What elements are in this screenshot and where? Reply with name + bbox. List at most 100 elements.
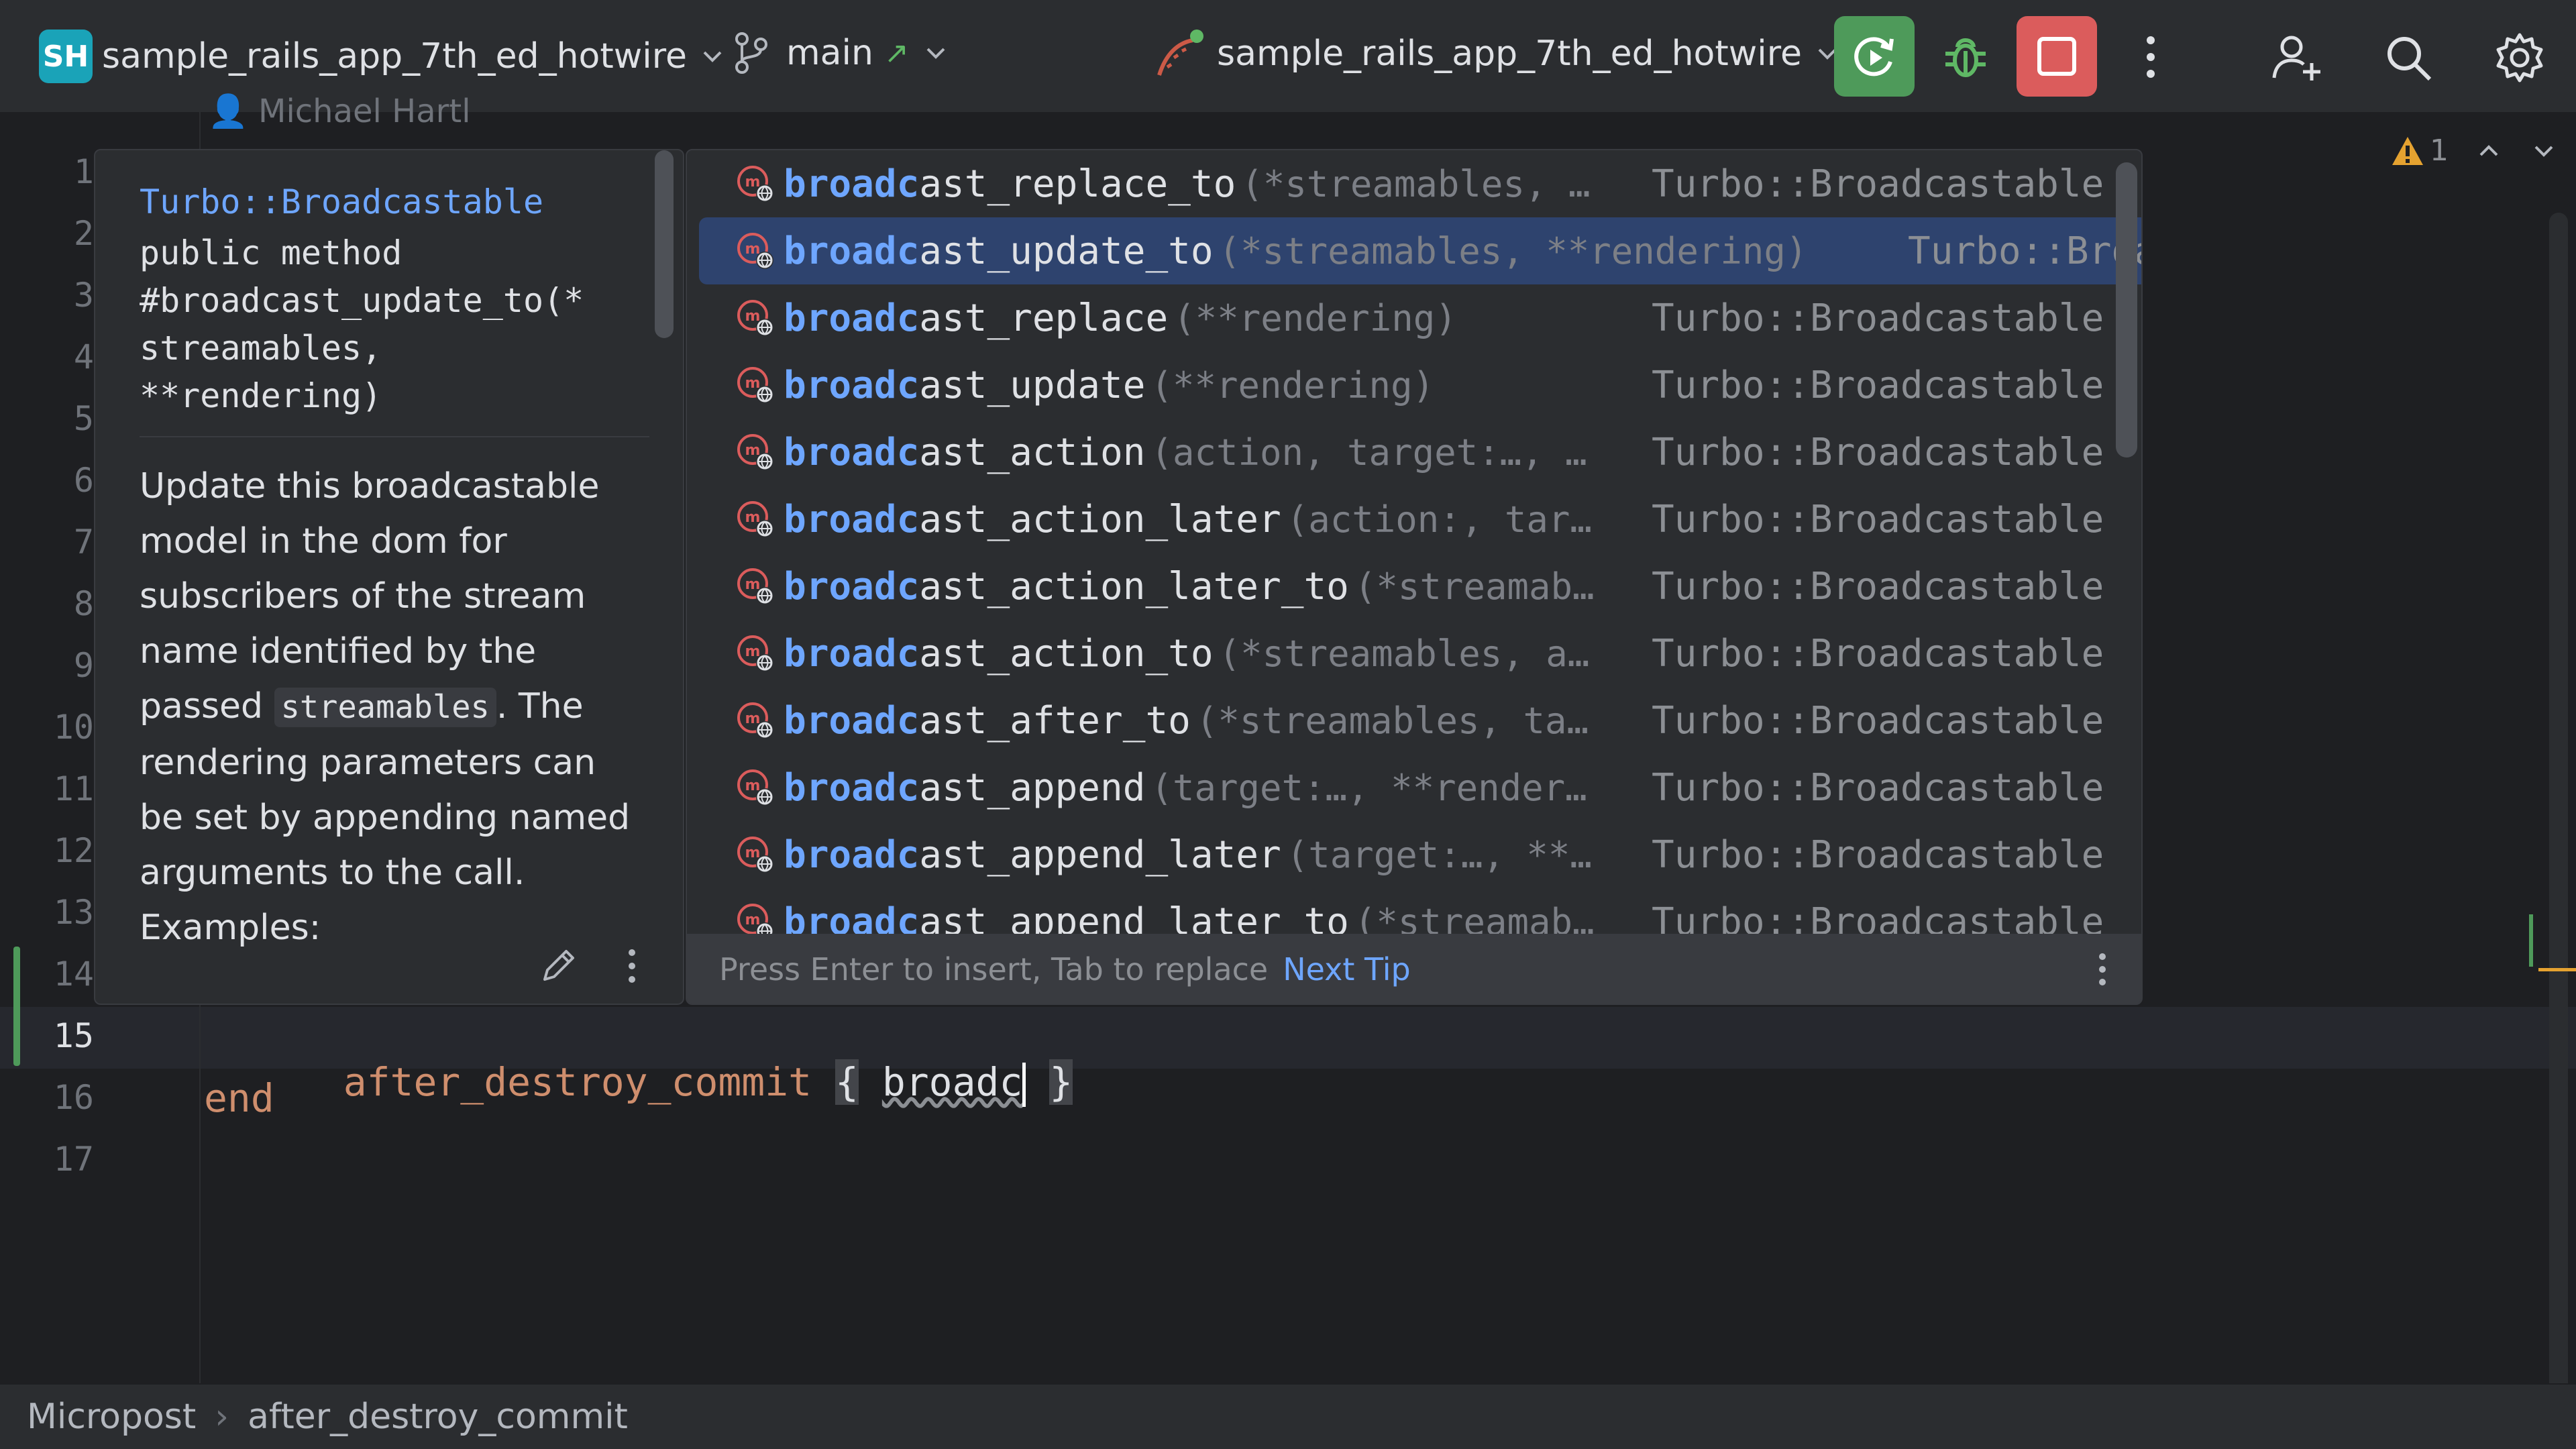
pencil-icon	[543, 950, 574, 981]
completion-item[interactable]: m broadcast_action_later (action:, tar… Tur…	[699, 486, 2117, 553]
completion-rest: ast_action_later_to	[919, 564, 1349, 608]
run-configuration-selector[interactable]: sample_rails_app_7th_ed_hotwire	[1154, 27, 1841, 80]
completion-owner: Turbo::Broadcastable	[1908, 229, 2141, 273]
completion-rest: ast_replace_to	[919, 162, 1236, 206]
completion-match: broadc	[784, 698, 920, 743]
breadcrumb-class[interactable]: Micropost	[27, 1397, 196, 1437]
ruby-method-icon: m	[735, 835, 775, 875]
ruby-method-icon: m	[735, 566, 775, 606]
completion-name: broadcast_update_to	[784, 229, 1214, 273]
completion-name: broadcast_action_later	[784, 498, 1281, 541]
completion-scrollbar[interactable]	[2116, 162, 2137, 458]
completion-match: broadc	[784, 631, 920, 676]
completion-match: broadc	[784, 833, 920, 877]
completion-match: broadc	[784, 162, 920, 206]
rerun-button[interactable]	[1834, 16, 1915, 97]
completion-match: broadc	[784, 229, 920, 273]
edit-doc-button[interactable]	[531, 939, 585, 993]
completion-match: broadc	[784, 497, 920, 541]
inspection-widget[interactable]: 1	[2391, 133, 2557, 168]
more-vertical-icon	[2147, 36, 2155, 78]
chevron-up-icon[interactable]	[2475, 138, 2502, 164]
add-collaborator-button[interactable]	[2263, 24, 2330, 91]
callback-keyword: after_destroy_commit	[343, 1059, 812, 1105]
completion-item[interactable]: m broadcast_replace (**rendering) Turbo::Br…	[699, 284, 2117, 352]
debug-button[interactable]	[1925, 16, 2006, 97]
completion-item[interactable]: m broadcast_append (target:…, **render… Tur…	[699, 754, 2117, 821]
completion-rest: ast_append	[919, 765, 1146, 810]
chevron-down-icon[interactable]	[2530, 138, 2557, 164]
more-vertical-icon	[2099, 953, 2106, 985]
completion-name: broadcast_action	[784, 431, 1145, 474]
code-line-16[interactable]: end	[204, 1075, 274, 1121]
completion-item[interactable]: m broadcast_action_later_to (*streamab… Tur…	[699, 553, 2117, 620]
ruby-method-icon: m	[735, 633, 775, 674]
doc-code-streamables: streamables	[274, 688, 496, 727]
line-number: 5	[73, 399, 94, 438]
completion-rest: ast_update	[919, 363, 1146, 407]
git-branch-icon	[735, 32, 767, 74]
completion-popup[interactable]: m broadcast_replace_to (*streamables, … Tur…	[686, 149, 2143, 1005]
completion-params: (action, target:…, …	[1150, 431, 1587, 474]
completion-params: (*streamables, ta…	[1195, 699, 1589, 742]
doc-signature: public method #broadcast_update_to(* str…	[140, 233, 584, 415]
completion-rest: ast_action_later	[919, 497, 1281, 541]
scrollbar-change-marker	[2529, 914, 2533, 967]
author-hint: 👤 Michael Hartl	[208, 93, 471, 130]
completion-rest: ast_update_to	[919, 229, 1214, 273]
line-number: 2	[73, 214, 94, 253]
project-badge: SH	[39, 30, 93, 83]
documentation-popup[interactable]: Turbo::Broadcastable public method #broa…	[94, 149, 684, 1005]
text-caret	[1022, 1062, 1026, 1107]
line-number: 1	[73, 152, 94, 191]
branch-selector[interactable]: main ↗	[731, 30, 949, 76]
breadcrumb-method[interactable]: after_destroy_commit	[248, 1397, 628, 1437]
gear-icon	[2496, 33, 2543, 83]
doc-qualifier[interactable]: Turbo::Broadcastable	[140, 182, 543, 221]
completion-hint: Press Enter to insert, Tab to replace	[719, 951, 1269, 987]
completion-item[interactable]: m broadcast_replace_to (*streamables, … Tur…	[699, 150, 2117, 217]
completion-item[interactable]: m broadcast_update (**rendering) Turbo::Bro…	[699, 352, 2117, 419]
completion-match: broadc	[784, 765, 920, 810]
search-icon	[2387, 37, 2432, 81]
warnings-count: 1	[2430, 133, 2449, 168]
completion-name: broadcast_action_to	[784, 632, 1214, 676]
chevron-down-icon	[703, 51, 722, 62]
more-vertical-icon	[629, 949, 635, 983]
project-selector[interactable]: SH sample_rails_app_7th_ed_hotwire	[39, 30, 726, 83]
more-actions-button[interactable]	[2124, 27, 2178, 87]
line-number: 14	[53, 955, 94, 994]
completion-item[interactable]: m broadcast_append_later (target:…, **… Tur…	[699, 821, 2117, 888]
settings-button[interactable]	[2486, 24, 2553, 91]
editor-scrollbar[interactable]	[2549, 213, 2568, 1400]
completion-more-button[interactable]	[2089, 949, 2116, 990]
completion-params: (action:, tar…	[1286, 498, 1592, 541]
line-number-current: 15	[53, 1016, 94, 1055]
scrollbar-warning-marker	[2538, 968, 2576, 971]
completion-item[interactable]: m broadcast_action (action, target:…, … Tur…	[699, 419, 2117, 486]
completion-params: (*streamables, a…	[1218, 632, 1590, 675]
completion-match: broadc	[784, 363, 920, 407]
completion-item-selected[interactable]: m broadcast_update_to (*streamables, **ren…	[699, 217, 2141, 284]
completion-owner: Turbo::Broadcastable	[1652, 631, 2104, 676]
doc-more-button[interactable]	[612, 939, 652, 993]
doc-description: Update this broadcastable model in the d…	[140, 466, 631, 948]
doc-scrollbar[interactable]	[655, 150, 674, 338]
breadcrumb-separator: ›	[215, 1397, 229, 1437]
completion-match: broadc	[784, 296, 920, 340]
code-line-15[interactable]: after_destroy_commit { broadc }	[250, 1014, 1073, 1152]
search-everywhere-button[interactable]	[2375, 24, 2442, 91]
completion-params: (*streamab…	[1354, 565, 1595, 608]
stop-button[interactable]	[2017, 16, 2097, 97]
line-number: 12	[53, 831, 94, 870]
next-tip-link[interactable]: Next Tip	[1283, 951, 1410, 987]
completion-item[interactable]: m broadcast_after_to (*streamables, ta… Tur…	[699, 687, 2117, 754]
completion-rest: ast_replace	[919, 296, 1169, 340]
ruby-method-icon: m	[735, 499, 775, 539]
line-number: 8	[73, 584, 94, 623]
line-number: 16	[53, 1078, 94, 1117]
completion-item[interactable]: m broadcast_action_to (*streamables, a… Tur…	[699, 620, 2117, 687]
completion-owner: Turbo::Broadcastable	[1652, 564, 2104, 608]
push-arrow-icon: ↗	[883, 36, 909, 70]
completion-rest: ast_action	[919, 430, 1146, 474]
